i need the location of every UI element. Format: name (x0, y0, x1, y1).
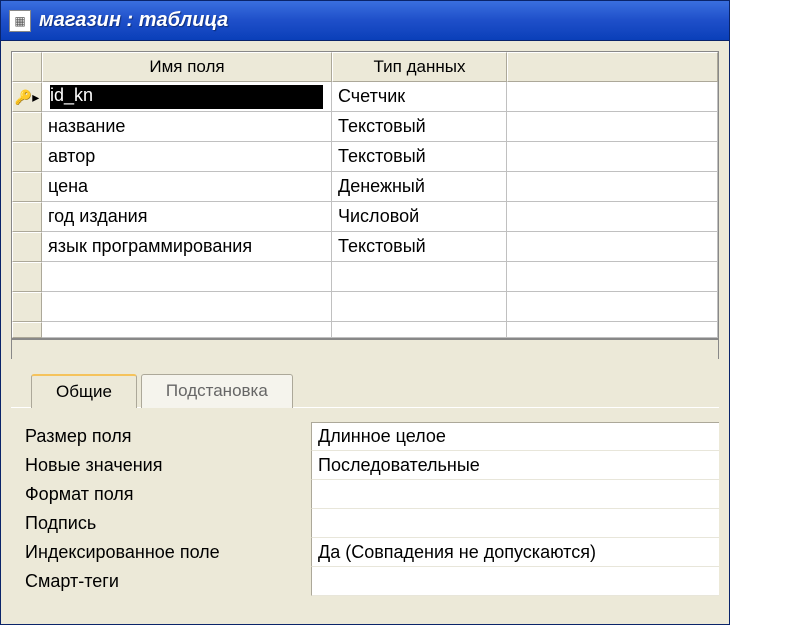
column-header-datatype[interactable]: Тип данных (332, 52, 507, 82)
property-row[interactable]: Новые значения Последовательные (21, 451, 719, 480)
grid-row[interactable]: год издания Числовой (12, 202, 718, 232)
field-name-cell[interactable]: год издания (42, 202, 332, 232)
description-cell[interactable] (507, 232, 718, 262)
property-value[interactable]: Последовательные (311, 451, 719, 480)
property-label: Подпись (21, 513, 311, 534)
description-cell[interactable] (507, 142, 718, 172)
grid-row[interactable]: цена Денежный (12, 172, 718, 202)
property-label: Смарт-теги (21, 571, 311, 592)
window-title: магазин : таблица (39, 9, 228, 32)
description-cell[interactable] (507, 82, 718, 112)
property-label: Новые значения (21, 455, 311, 476)
grid-row[interactable]: название Текстовый (12, 112, 718, 142)
description-cell[interactable] (507, 172, 718, 202)
tab-general[interactable]: Общие (31, 374, 137, 408)
data-type-cell[interactable]: Денежный (332, 172, 507, 202)
row-selector[interactable] (12, 172, 42, 202)
row-selector-header[interactable] (12, 52, 42, 82)
property-row[interactable]: Формат поля (21, 480, 719, 509)
field-name-cell[interactable]: цена (42, 172, 332, 202)
property-row[interactable]: Размер поля Длинное целое (21, 422, 719, 451)
data-type-cell[interactable]: Текстовый (332, 142, 507, 172)
column-header-description[interactable] (507, 52, 718, 82)
row-selector[interactable] (12, 262, 42, 292)
data-type-cell[interactable] (332, 292, 507, 322)
property-value[interactable]: Да (Совпадения не допускаются) (311, 538, 719, 567)
data-type-cell[interactable]: Счетчик (332, 82, 507, 112)
description-cell[interactable] (507, 322, 718, 338)
table-icon: ▦ (9, 10, 31, 32)
splitter-bar[interactable] (11, 339, 719, 359)
row-selector[interactable] (12, 292, 42, 322)
property-value[interactable] (311, 480, 719, 509)
properties-body: Размер поля Длинное целое Новые значения… (11, 407, 719, 596)
column-header-fieldname[interactable]: Имя поля (42, 52, 332, 82)
field-name-cell[interactable] (42, 292, 332, 322)
field-name-cell[interactable] (42, 322, 332, 338)
row-selector[interactable]: 🔑▸ (12, 82, 42, 112)
data-type-cell[interactable]: Текстовый (332, 112, 507, 142)
field-name-cell[interactable]: название (42, 112, 332, 142)
grid-row-empty[interactable] (12, 262, 718, 292)
description-cell[interactable] (507, 292, 718, 322)
grid-row[interactable]: язык программирования Текстовый (12, 232, 718, 262)
description-cell[interactable] (507, 112, 718, 142)
field-name-cell[interactable]: id_kn (42, 82, 332, 112)
property-row[interactable]: Смарт-теги (21, 567, 719, 596)
grid-header-row: Имя поля Тип данных (12, 52, 718, 82)
tab-lookup[interactable]: Подстановка (141, 374, 293, 408)
description-cell[interactable] (507, 202, 718, 232)
data-type-cell[interactable]: Текстовый (332, 232, 507, 262)
row-selector[interactable] (12, 202, 42, 232)
property-row[interactable]: Индексированное поле Да (Совпадения не д… (21, 538, 719, 567)
property-value[interactable] (311, 509, 719, 538)
description-cell[interactable] (507, 262, 718, 292)
data-type-cell[interactable] (332, 262, 507, 292)
titlebar[interactable]: ▦ магазин : таблица (1, 1, 729, 41)
grid-row-empty[interactable] (12, 322, 718, 338)
primary-key-icon: 🔑▸ (15, 89, 39, 106)
row-selector[interactable] (12, 112, 42, 142)
property-value[interactable]: Длинное целое (311, 422, 719, 451)
property-label: Размер поля (21, 426, 311, 447)
data-type-cell[interactable]: Числовой (332, 202, 507, 232)
data-type-cell[interactable] (332, 322, 507, 338)
field-name-cell[interactable] (42, 262, 332, 292)
table-design-window: ▦ магазин : таблица Имя поля Тип данных … (0, 0, 730, 625)
field-properties-panel: Общие Подстановка Размер поля Длинное це… (11, 365, 719, 596)
grid-row-empty[interactable] (12, 292, 718, 322)
grid-row[interactable]: 🔑▸ id_kn Счетчик (12, 82, 718, 112)
row-selector[interactable] (12, 232, 42, 262)
field-grid: Имя поля Тип данных 🔑▸ id_kn Счетчик наз… (11, 51, 719, 339)
property-label: Формат поля (21, 484, 311, 505)
property-label: Индексированное поле (21, 542, 311, 563)
property-value[interactable] (311, 567, 719, 596)
field-name-cell[interactable]: автор (42, 142, 332, 172)
property-row[interactable]: Подпись (21, 509, 719, 538)
grid-row[interactable]: автор Текстовый (12, 142, 718, 172)
row-selector[interactable] (12, 322, 42, 338)
field-name-cell[interactable]: язык программирования (42, 232, 332, 262)
properties-tabs: Общие Подстановка (11, 373, 719, 407)
row-selector[interactable] (12, 142, 42, 172)
